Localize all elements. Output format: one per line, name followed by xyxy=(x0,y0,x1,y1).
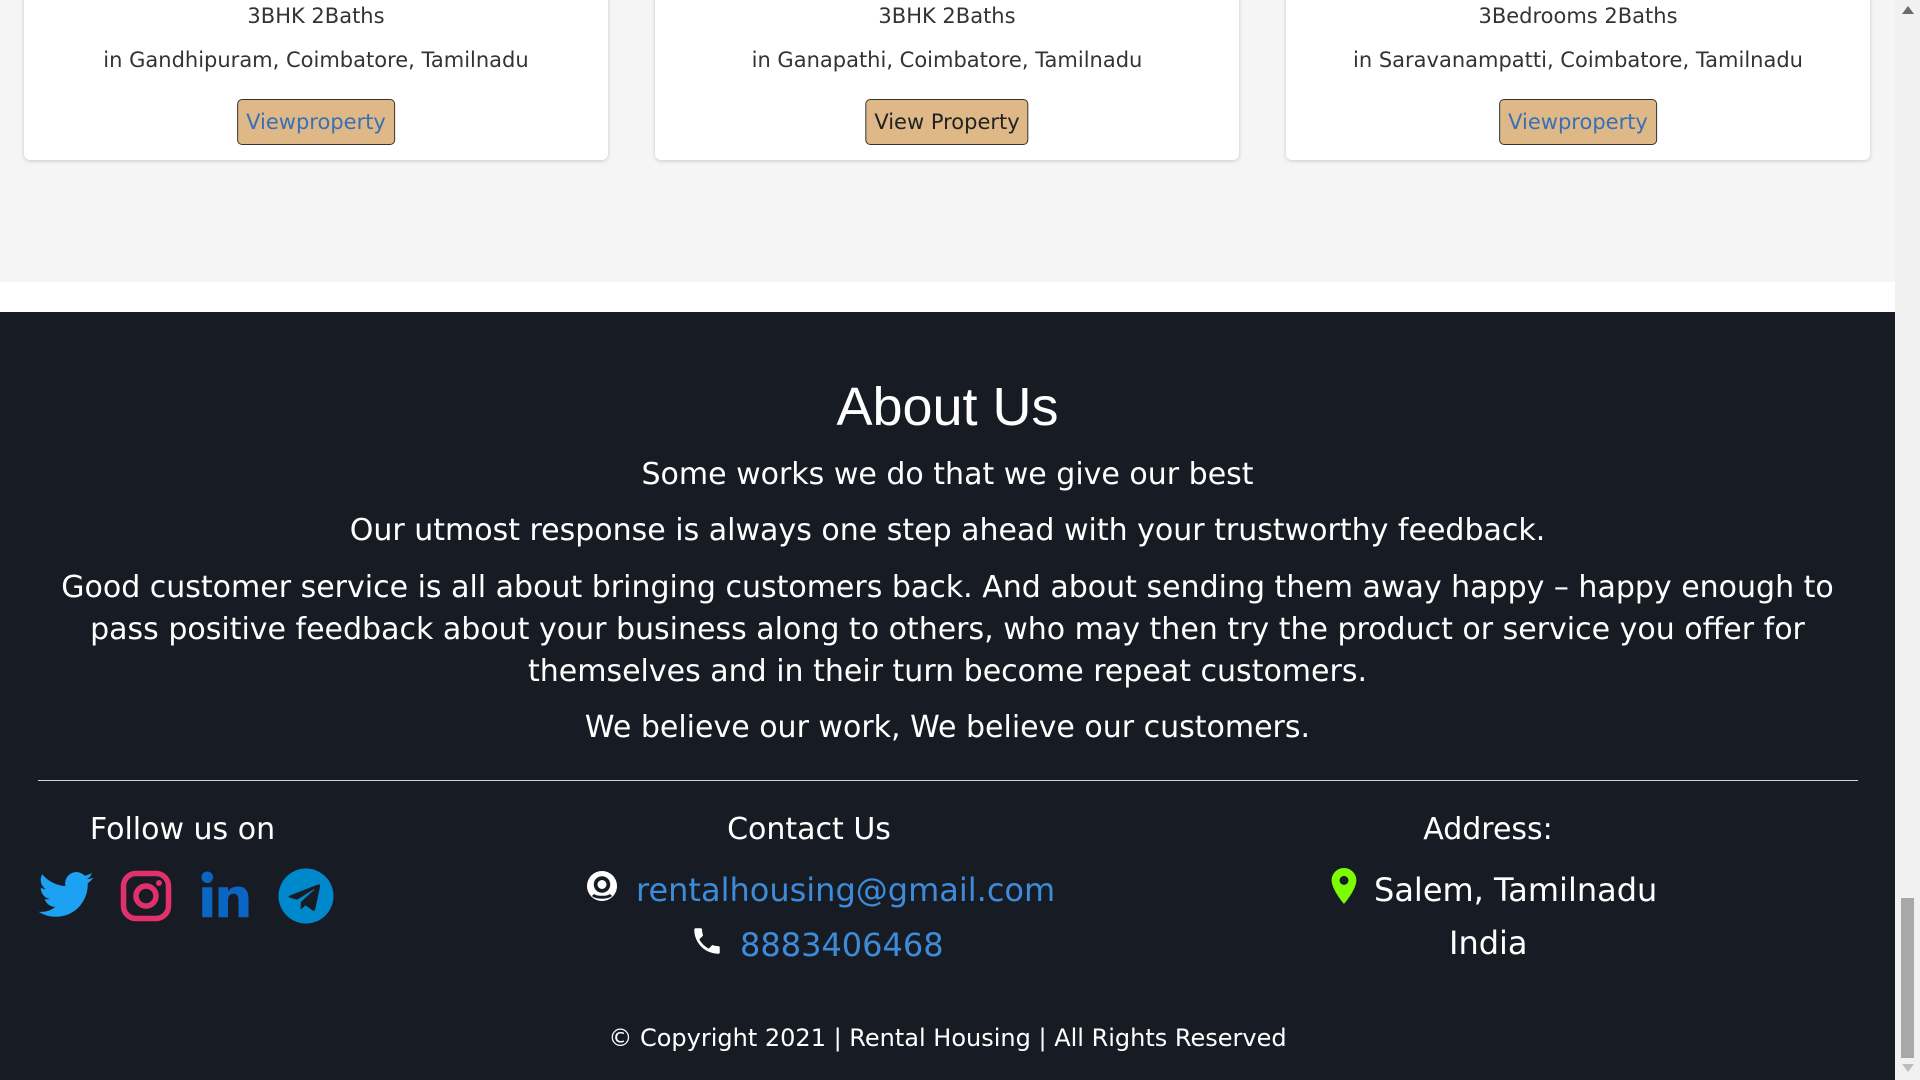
about-text-3: Good customer service is all about bring… xyxy=(61,570,1834,689)
scroll-down-icon[interactable] xyxy=(1902,1064,1914,1072)
address-line-2: India xyxy=(1449,924,1528,962)
property-beds: 3BHK 2Baths xyxy=(247,4,385,28)
view-property-button[interactable]: Viewproperty xyxy=(1499,99,1657,145)
vertical-scrollbar[interactable] xyxy=(1895,0,1920,1080)
address-city: Salem, Tamilnadu xyxy=(1374,871,1658,909)
about-title: About Us xyxy=(836,377,1059,437)
property-beds: 3Bedrooms 2Baths xyxy=(1478,4,1678,28)
about-text-1: Some works we do that we give our best xyxy=(641,457,1254,492)
address-title: Address: xyxy=(1423,812,1553,847)
address-line-1: Salem, Tamilnadu xyxy=(1330,868,1657,912)
property-card: 3BHK 2Baths in Gandhipuram, Coimbatore, … xyxy=(24,0,608,160)
property-location: in Ganapathi, Coimbatore, Tamilnadu xyxy=(751,48,1143,72)
email-link[interactable]: rentalhousing@gmail.com xyxy=(636,871,1055,909)
about-text-4: We believe our work, We believe our cust… xyxy=(584,710,1311,745)
address-country: India xyxy=(1449,924,1528,962)
follow-title: Follow us on xyxy=(89,812,276,847)
view-property-button[interactable]: Viewproperty xyxy=(237,99,395,145)
mailchimp-icon xyxy=(584,868,620,912)
scroll-thumb[interactable] xyxy=(1901,898,1914,1058)
phone-link[interactable]: 8883406468 xyxy=(740,926,944,964)
telegram-icon[interactable] xyxy=(276,866,336,926)
footer: About Us Some works we do that we give o… xyxy=(0,312,1895,1080)
linkedin-icon[interactable] xyxy=(196,866,256,926)
copyright-text: © Copyright 2021 | Rental Housing | All … xyxy=(608,1024,1287,1052)
property-card: 3Bedrooms 2Baths in Saravanampatti, Coim… xyxy=(1286,0,1870,160)
section-spacer xyxy=(0,282,1895,312)
instagram-icon[interactable] xyxy=(116,866,176,926)
property-beds: 3BHK 2Baths xyxy=(878,4,1016,28)
twitter-icon[interactable] xyxy=(36,866,96,926)
social-links xyxy=(36,866,336,926)
map-pin-icon xyxy=(1330,868,1358,912)
view-property-button[interactable]: View Property xyxy=(865,99,1029,145)
about-text-2: Our utmost response is always one step a… xyxy=(349,513,1546,548)
property-location: in Gandhipuram, Coimbatore, Tamilnadu xyxy=(103,48,529,72)
contact-title: Contact Us xyxy=(727,812,891,847)
property-cards-section: 3BHK 2Baths in Gandhipuram, Coimbatore, … xyxy=(0,0,1895,282)
property-card: 3BHK 2Baths in Ganapathi, Coimbatore, Ta… xyxy=(655,0,1239,160)
footer-divider xyxy=(38,780,1858,781)
phone-row: 8883406468 xyxy=(690,924,944,966)
email-row: rentalhousing@gmail.com xyxy=(584,868,1055,912)
property-location: in Saravanampatti, Coimbatore, Tamilnadu xyxy=(1353,48,1803,72)
scroll-up-icon[interactable] xyxy=(1902,6,1914,14)
phone-icon xyxy=(690,924,724,966)
